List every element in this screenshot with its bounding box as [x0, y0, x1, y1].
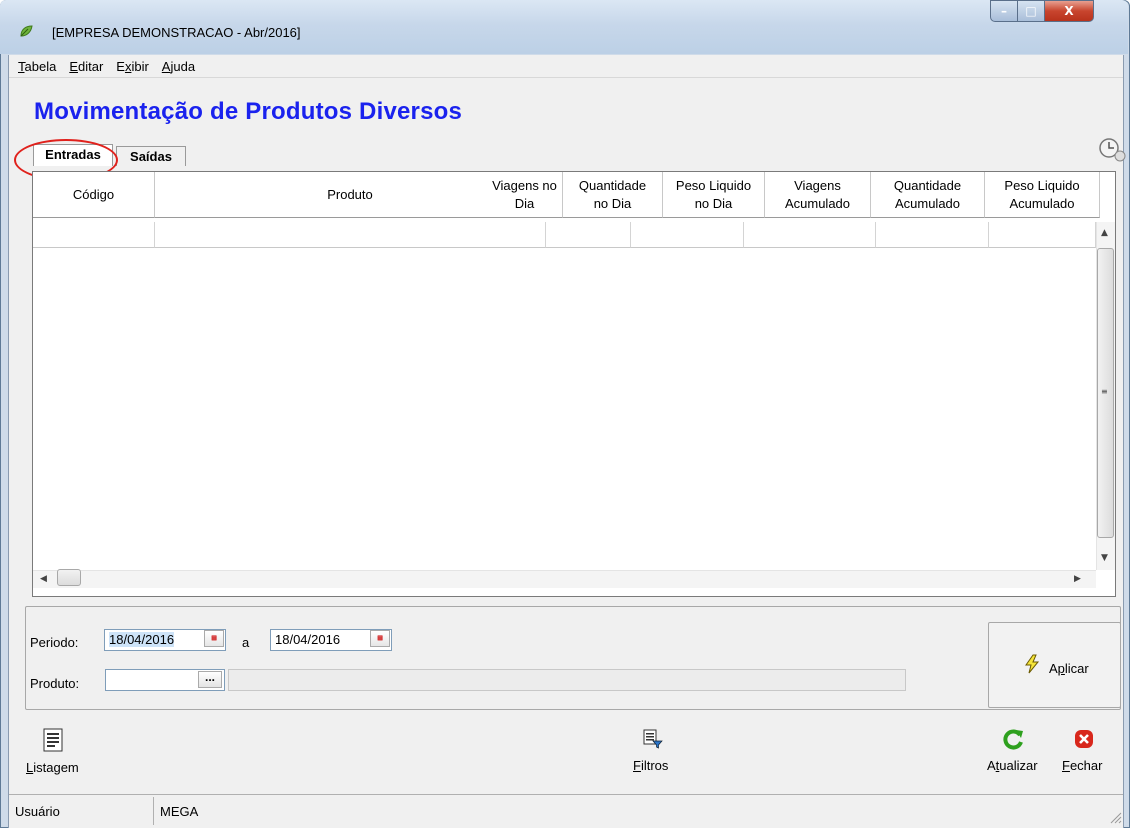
- refresh-icon[interactable]: [1003, 728, 1025, 750]
- col-header-quantidade-acumulado[interactable]: Quantidade Acumulado: [871, 172, 985, 218]
- grid-cell[interactable]: [876, 222, 989, 248]
- horizontal-scroll-thumb[interactable]: [57, 569, 81, 586]
- grid-cell[interactable]: [155, 222, 546, 248]
- grid-cell[interactable]: [631, 222, 744, 248]
- menu-tabela[interactable]: Tabela: [18, 59, 56, 74]
- listagem-button[interactable]: Listagem: [26, 760, 79, 775]
- close-icon: X: [1064, 4, 1074, 18]
- menu-editar[interactable]: Editar: [69, 59, 103, 74]
- close-button[interactable]: X: [1045, 0, 1094, 22]
- scroll-left-icon[interactable]: ◀: [40, 574, 47, 584]
- col-header-quantidade-dia[interactable]: Quantidade no Dia: [563, 172, 663, 218]
- scroll-right-icon[interactable]: ▶: [1074, 574, 1081, 584]
- fechar-button[interactable]: Fechar: [1062, 758, 1102, 773]
- col-header-peso-dia[interactable]: Peso Liquido no Dia: [663, 172, 765, 218]
- menu-bar: Tabela Editar Exibir Ajuda: [9, 56, 1123, 78]
- date-from-value: 18/04/2016: [109, 632, 175, 647]
- atualizar-button[interactable]: Atualizar: [987, 758, 1038, 773]
- listagem-icon[interactable]: [42, 728, 64, 752]
- filtros-button[interactable]: Filtros: [633, 758, 668, 773]
- col-header-viagens-acumulado[interactable]: Viagens Acumulado: [765, 172, 871, 218]
- status-user-value: MEGA: [160, 804, 199, 819]
- grid-cell[interactable]: [33, 222, 155, 248]
- grid-cell[interactable]: [989, 222, 1096, 248]
- minimize-icon: –: [1001, 4, 1007, 18]
- resize-grip-icon[interactable]: [1108, 810, 1122, 824]
- grip-icon: ≡: [1101, 387, 1108, 396]
- scroll-up-icon[interactable]: ▲: [1101, 228, 1108, 238]
- window-controls: – □ X: [990, 0, 1094, 22]
- maximize-button[interactable]: □: [1018, 0, 1045, 22]
- lightning-icon: [1025, 654, 1040, 674]
- menu-exibir[interactable]: Exibir: [116, 59, 149, 74]
- window-title: [EMPRESA DEMONSTRACAO - Abr/2016]: [52, 25, 301, 40]
- tab-saidas[interactable]: Saídas: [116, 146, 186, 166]
- aplicar-label: Aplicar: [1049, 661, 1089, 676]
- grid-cell[interactable]: [546, 222, 631, 248]
- a-label: a: [242, 635, 250, 650]
- col-header-codigo[interactable]: Código: [33, 172, 155, 218]
- col-header-peso-acumulado[interactable]: Peso Liquido Acumulado: [985, 172, 1100, 218]
- calendar-icon[interactable]: ▦: [370, 630, 390, 647]
- status-user-label: Usuário: [9, 797, 154, 825]
- horizontal-scrollbar[interactable]: [33, 570, 1096, 588]
- produto-label: Produto:: [30, 676, 80, 691]
- close-circle-icon[interactable]: [1074, 729, 1094, 749]
- produto-lookup-button[interactable]: ...: [198, 671, 222, 688]
- periodo-label: Periodo:: [30, 635, 79, 650]
- maximize-icon: □: [1025, 4, 1037, 18]
- grid-cell[interactable]: [744, 222, 876, 248]
- minimize-button[interactable]: –: [990, 0, 1018, 22]
- scroll-down-icon[interactable]: ▼: [1101, 553, 1108, 563]
- col-header-viagens-dia[interactable]: Viagens no Dia: [487, 172, 563, 218]
- page-title: Movimentação de Produtos Diversos: [34, 98, 463, 125]
- calendar-icon[interactable]: ▦: [204, 630, 224, 647]
- filter-icon[interactable]: [643, 729, 663, 749]
- menu-ajuda[interactable]: Ajuda: [162, 59, 195, 74]
- filter-panel: [25, 606, 1121, 710]
- app-leaf-icon: [20, 25, 33, 37]
- clock-icon[interactable]: [1098, 137, 1126, 163]
- produto-description: [228, 669, 906, 691]
